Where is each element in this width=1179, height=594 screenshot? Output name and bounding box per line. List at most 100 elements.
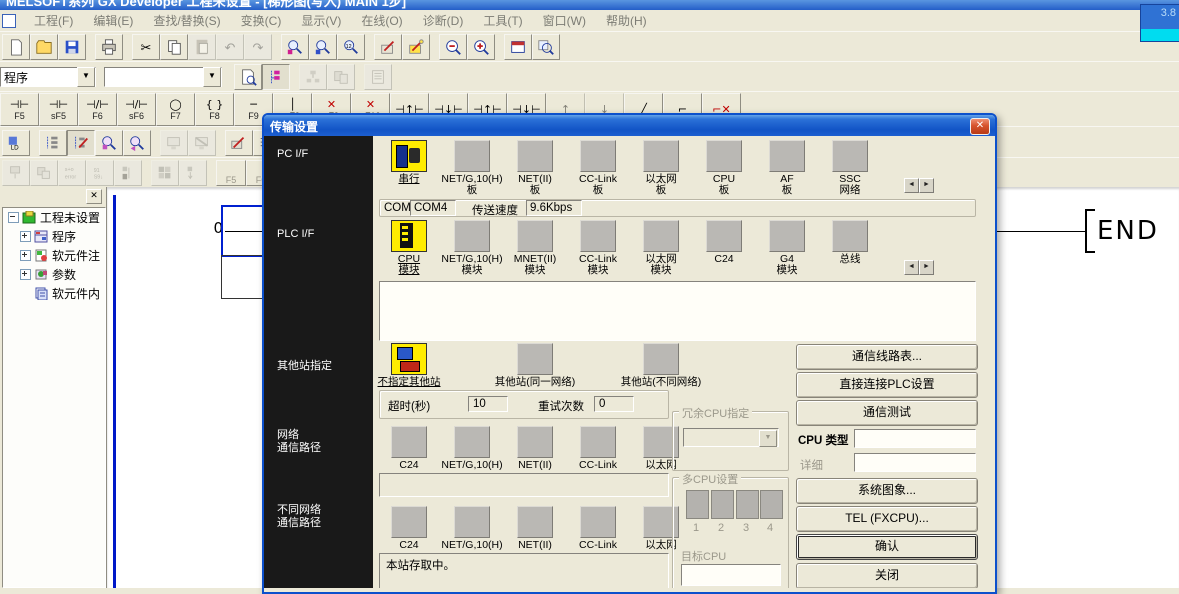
plcif-interface-option[interactable]: CPU 模块 [377, 220, 441, 276]
pcif-interface-option[interactable]: AF 板 [755, 140, 819, 196]
diff-network-route-option[interactable]: CC-Link [566, 506, 630, 551]
cpu-slot-2[interactable] [711, 490, 734, 519]
ladder-logic-test-button[interactable]: LD [2, 130, 30, 156]
other-station-option[interactable]: 其他站(同一网络) [470, 343, 600, 388]
cpu-slot-1[interactable] [686, 490, 709, 519]
system-image-button[interactable]: 系统图象... [796, 478, 978, 504]
target-cpu-field[interactable] [681, 564, 781, 586]
close-button[interactable]: 关闭 [796, 563, 978, 588]
copy-button[interactable] [160, 34, 188, 60]
baud-rate-field[interactable]: 9.6Kbps [526, 200, 582, 216]
menu-item[interactable]: 变换(C) [231, 10, 292, 31]
program-select-combobox[interactable]: 程序 ▼ [0, 67, 96, 87]
redundant-cpu-combobox[interactable]: ▼ [683, 428, 779, 447]
plcif-interface-option[interactable]: G4 模块 [755, 220, 819, 276]
block-convert-button[interactable] [2, 160, 30, 186]
sfc-key-button[interactable]: F5 [216, 160, 246, 186]
menu-item[interactable]: 诊断(D) [413, 10, 474, 31]
monitor-stop-button[interactable] [188, 130, 216, 156]
line-connection-list-button[interactable]: 通信线路表... [796, 344, 978, 370]
device-comment-edit-button[interactable] [225, 130, 253, 156]
tree-item-project-root[interactable]: 工程未设置 [3, 208, 105, 227]
plcif-interface-option[interactable]: 总线 [818, 220, 882, 265]
diff-network-route-option[interactable]: C24 [377, 506, 441, 551]
chevron-down-icon[interactable]: ▼ [77, 67, 95, 87]
sort-step-button[interactable] [179, 160, 207, 186]
device-list-button[interactable] [364, 64, 392, 90]
pcif-interface-option[interactable]: 以太网 板 [629, 140, 693, 196]
write-mode-button[interactable] [374, 34, 402, 60]
comment-display-button[interactable] [234, 64, 262, 90]
chevron-down-icon[interactable]: ▼ [203, 67, 221, 87]
zoom-in-button[interactable] [439, 34, 467, 60]
sort-tree-button[interactable] [299, 64, 327, 90]
scroll-left-icon[interactable]: ◄ [904, 178, 919, 193]
tree-item-program[interactable]: 程序 [3, 227, 105, 246]
cut-button[interactable]: ✂ [132, 34, 160, 60]
plcif-interface-option[interactable]: 以太网 模块 [629, 220, 693, 276]
find-all-button[interactable] [532, 34, 560, 60]
block-select-combobox[interactable]: ▼ [104, 67, 222, 87]
ok-button[interactable]: 确认 [796, 534, 978, 560]
menu-item[interactable]: 工具(T) [473, 10, 532, 31]
save-button[interactable] [58, 34, 86, 60]
diff-network-route-option[interactable]: NET(II) [503, 506, 567, 551]
com-port-field[interactable]: COM4 [410, 200, 456, 216]
error-step-button[interactable]: s+oerror [58, 160, 86, 186]
close-panel-button[interactable]: ✕ [86, 189, 102, 204]
menu-item[interactable]: 显示(V) [291, 10, 351, 31]
step-jump-button[interactable]: 91S9↓ [86, 160, 114, 186]
retry-field[interactable]: 0 [594, 396, 634, 412]
ladder-symbol-button[interactable]: ⊣/⊢ sF6 [117, 93, 156, 126]
plcif-interface-option[interactable]: CC-Link 模块 [566, 220, 630, 276]
other-station-option[interactable]: 其他站(不同网络) [596, 343, 726, 388]
network-route-option[interactable]: NET(II) [503, 426, 567, 471]
tree-edit-button[interactable] [67, 130, 95, 156]
cpu-slot-4[interactable] [760, 490, 783, 519]
menu-item[interactable]: 编辑(E) [83, 10, 143, 31]
ladder-symbol-button[interactable]: ◯ F7 [156, 93, 195, 126]
project-data-list-button[interactable] [504, 34, 532, 60]
monitor-start-button[interactable] [160, 130, 188, 156]
network-route-option[interactable]: CC-Link [566, 426, 630, 471]
tree-item-parameter[interactable]: 参数 [3, 265, 105, 284]
tree-view-button[interactable] [39, 130, 67, 156]
find-next-button[interactable] [123, 130, 151, 156]
redo-button[interactable]: ↷ [244, 34, 272, 60]
find-in-project-button[interactable] [95, 130, 123, 156]
pcif-interface-option[interactable]: 串行 [377, 140, 441, 185]
zoom-block-button[interactable] [151, 160, 179, 186]
block-list-button[interactable] [114, 160, 142, 186]
open-file-button[interactable] [30, 34, 58, 60]
other-station-option[interactable]: 不指定其他站 [344, 343, 474, 388]
find-instruction-button[interactable] [309, 34, 337, 60]
ladder-symbol-button[interactable]: { } F8 [195, 93, 234, 126]
undo-button[interactable]: ↶ [216, 34, 244, 60]
network-route-option[interactable]: NET/G,10(H) [440, 426, 504, 471]
menu-item[interactable]: 帮助(H) [596, 10, 657, 31]
network-route-option[interactable]: C24 [377, 426, 441, 471]
timeout-field[interactable]: 10 [468, 396, 508, 412]
dialog-titlebar[interactable]: 传输设置 ✕ [264, 115, 995, 136]
menu-item[interactable]: 工程(F) [24, 10, 83, 31]
ladder-symbol-button[interactable]: ⊣⊢ sF5 [39, 93, 78, 126]
diff-network-route-option[interactable]: NET/G,10(H) [440, 506, 504, 551]
menu-item[interactable]: 在线(O) [351, 10, 412, 31]
paste-button[interactable] [188, 34, 216, 60]
tree-item-device-memory[interactable]: 软元件内 [3, 284, 105, 303]
dialog-close-icon[interactable]: ✕ [970, 118, 990, 135]
scroll-right-icon[interactable]: ► [919, 260, 934, 275]
pcif-interface-option[interactable]: SSC 网络 [818, 140, 882, 196]
find-contact-coil-button[interactable]: 12 [337, 34, 365, 60]
print-button[interactable] [95, 34, 123, 60]
new-file-button[interactable] [2, 34, 30, 60]
collapse-expander-icon[interactable] [8, 212, 19, 223]
project-tree-toggle-button[interactable] [262, 64, 290, 90]
plcif-interface-option[interactable]: C24 [692, 220, 756, 265]
expand-expander-icon[interactable] [20, 269, 31, 280]
pcif-interface-option[interactable]: NET/G,10(H) 板 [440, 140, 504, 196]
ladder-symbol-button[interactable]: ⊣⊢ F5 [0, 93, 39, 126]
cpu-slot-3[interactable] [736, 490, 759, 519]
expand-expander-icon[interactable] [20, 231, 31, 242]
menu-item[interactable]: 查找/替换(S) [143, 10, 230, 31]
